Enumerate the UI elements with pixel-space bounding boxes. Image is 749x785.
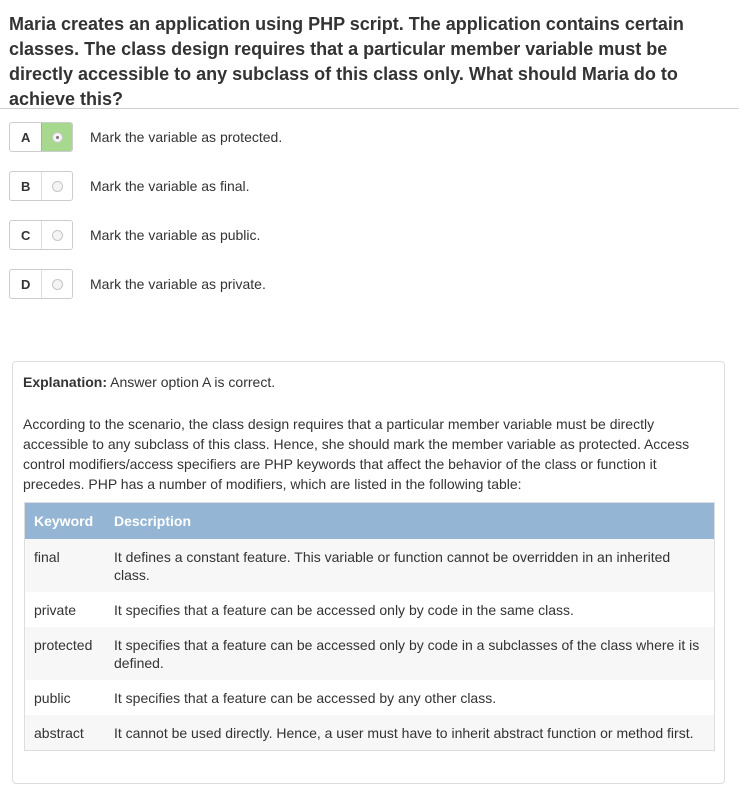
table-row: private It specifies that a feature can … xyxy=(25,592,715,627)
table-row: protected It specifies that a feature ca… xyxy=(24,627,715,680)
option-b-radio-icon[interactable] xyxy=(51,180,63,192)
table-cell-description: It defines a constant feature. This vari… xyxy=(105,539,715,592)
option-b-selector[interactable]: B xyxy=(9,171,73,201)
option-d[interactable]: D Mark the variable as private. xyxy=(9,269,266,299)
option-c-radio-icon[interactable] xyxy=(51,229,63,241)
option-c[interactable]: C Mark the variable as public. xyxy=(9,220,260,250)
option-c-radio-cell[interactable] xyxy=(41,221,72,249)
table-cell-description: It cannot be used directly. Hence, a use… xyxy=(105,715,715,751)
table-header-row: Keyword Description xyxy=(24,502,715,539)
option-d-radio-cell[interactable] xyxy=(41,270,72,298)
option-d-radio-icon[interactable] xyxy=(51,278,63,290)
table-row: final It defines a constant feature. Thi… xyxy=(24,539,715,592)
option-d-selector[interactable]: D xyxy=(9,269,73,299)
question-divider xyxy=(0,108,739,109)
option-a-radio-cell[interactable] xyxy=(41,123,72,151)
table-cell-description: It specifies that a feature can be acces… xyxy=(114,602,574,618)
option-a[interactable]: A Mark the variable as protected. xyxy=(9,122,282,152)
question-text: Maria creates an application using PHP s… xyxy=(9,14,684,109)
explanation-summary: Answer option A is correct. xyxy=(110,374,276,390)
explanation-summary-line: Explanation: Answer option A is correct. xyxy=(23,374,275,390)
explanation-panel: Explanation: Answer option A is correct.… xyxy=(12,361,725,784)
explanation-label: Explanation: xyxy=(23,374,108,390)
modifiers-table: Keyword Description final It defines a c… xyxy=(24,502,715,751)
table-header-description: Description xyxy=(105,502,715,539)
table-cell-keyword: protected xyxy=(24,627,105,680)
option-c-selector[interactable]: C xyxy=(9,220,73,250)
option-b-letter: B xyxy=(21,178,31,194)
table-cell-description: It specifies that a feature can be acces… xyxy=(105,627,715,680)
table-cell-keyword: private xyxy=(34,602,77,618)
option-a-text: Mark the variable as protected. xyxy=(90,129,283,145)
table-cell-keyword: public xyxy=(34,690,71,706)
table-cell-keyword: abstract xyxy=(24,715,105,751)
table-cell-keyword: final xyxy=(24,539,105,592)
option-a-selector[interactable]: A xyxy=(9,122,73,152)
option-d-letter: D xyxy=(21,276,31,292)
explanation-paragraph: According to the scenario, the class des… xyxy=(23,416,690,492)
option-b[interactable]: B Mark the variable as final. xyxy=(9,171,250,201)
option-d-text: Mark the variable as private. xyxy=(90,276,266,292)
option-a-letter: A xyxy=(21,129,31,145)
option-c-letter: C xyxy=(21,227,31,243)
option-a-radio-icon[interactable] xyxy=(51,131,63,143)
table-header-keyword: Keyword xyxy=(24,502,105,539)
table-row: public It specifies that a feature can b… xyxy=(25,680,715,715)
table-cell-description: It specifies that a feature can be acces… xyxy=(114,690,497,706)
option-b-text: Mark the variable as final. xyxy=(90,178,250,194)
option-c-text: Mark the variable as public. xyxy=(90,227,261,243)
option-b-radio-cell[interactable] xyxy=(41,172,72,200)
table-row: abstract It cannot be used directly. Hen… xyxy=(24,715,715,751)
